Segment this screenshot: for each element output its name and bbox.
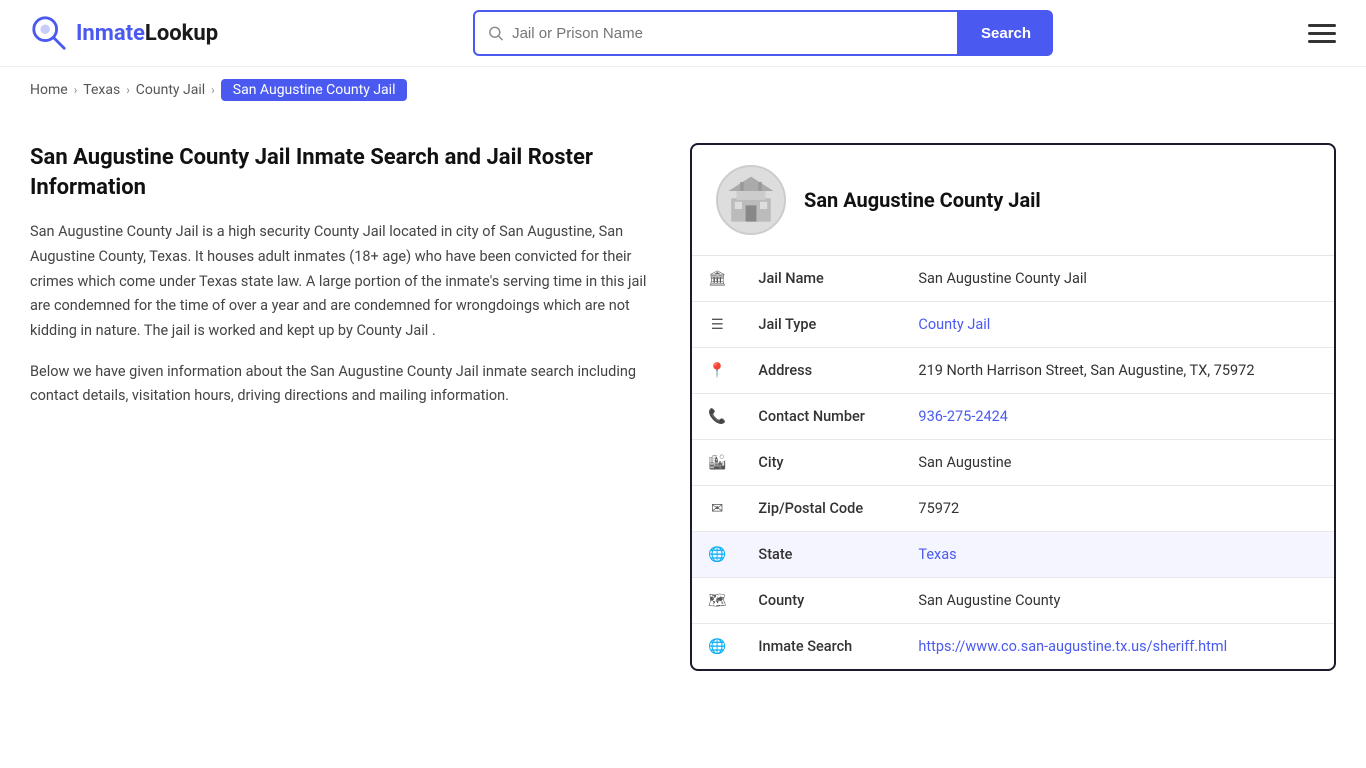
state-value: Texas <box>902 532 1334 578</box>
inmate-search-value: https://www.co.san-augustine.tx.us/sheri… <box>902 624 1334 670</box>
jail-name-label: Jail Name <box>742 256 902 302</box>
search-icon <box>487 24 504 42</box>
chevron-icon-3: › <box>211 83 215 97</box>
hamburger-menu[interactable] <box>1308 24 1336 43</box>
zip-label: Zip/Postal Code <box>742 486 902 532</box>
left-panel: San Augustine County Jail Inmate Search … <box>30 143 650 425</box>
contact-label: Contact Number <box>742 394 902 440</box>
main-content: San Augustine County Jail Inmate Search … <box>0 113 1366 711</box>
info-card: San Augustine County Jail 🏛Jail NameSan … <box>690 143 1336 671</box>
city-label: City <box>742 440 902 486</box>
zip-value: 75972 <box>902 486 1334 532</box>
jail-type-icon: ☰ <box>692 302 742 348</box>
table-row: 📍Address219 North Harrison Street, San A… <box>692 348 1334 394</box>
table-row: 🏙CitySan Augustine <box>692 440 1334 486</box>
city-value: San Augustine <box>902 440 1334 486</box>
inmate-search-label: Inmate Search <box>742 624 902 670</box>
breadcrumb: Home › Texas › County Jail › San Augusti… <box>0 67 1366 113</box>
jail-avatar <box>716 165 786 235</box>
logo[interactable]: InmateLookup <box>30 14 218 52</box>
description-paragraph-2: Below we have given information about th… <box>30 360 650 409</box>
search-input[interactable] <box>512 25 945 42</box>
table-row: 📞Contact Number936-275-2424 <box>692 394 1334 440</box>
jail-name-value: San Augustine County Jail <box>902 256 1334 302</box>
address-label: Address <box>742 348 902 394</box>
county-value: San Augustine County <box>902 578 1334 624</box>
jail-name-icon: 🏛 <box>692 256 742 302</box>
info-card-title: San Augustine County Jail <box>804 188 1041 212</box>
search-button[interactable]: Search <box>959 10 1053 56</box>
inmate-search-icon: 🌐 <box>692 624 742 670</box>
search-input-wrapper <box>473 10 959 56</box>
city-icon: 🏙 <box>692 440 742 486</box>
county-icon: 🗺 <box>692 578 742 624</box>
jail-type-value: County Jail <box>902 302 1334 348</box>
state-label: State <box>742 532 902 578</box>
breadcrumb-state[interactable]: Texas <box>83 82 120 98</box>
table-row: ✉Zip/Postal Code75972 <box>692 486 1334 532</box>
breadcrumb-home[interactable]: Home <box>30 82 68 98</box>
table-row: ☰Jail TypeCounty Jail <box>692 302 1334 348</box>
search-bar: Search <box>473 10 1053 56</box>
county-label: County <box>742 578 902 624</box>
table-row: 🗺CountySan Augustine County <box>692 578 1334 624</box>
jail-building-icon <box>724 173 778 227</box>
table-row: 🌐StateTexas <box>692 532 1334 578</box>
table-row: 🏛Jail NameSan Augustine County Jail <box>692 256 1334 302</box>
info-table: 🏛Jail NameSan Augustine County Jail☰Jail… <box>692 256 1334 669</box>
logo-icon <box>30 14 68 52</box>
breadcrumb-category[interactable]: County Jail <box>136 82 205 98</box>
chevron-icon-1: › <box>74 83 78 97</box>
address-value: 219 North Harrison Street, San Augustine… <box>902 348 1334 394</box>
breadcrumb-current: San Augustine County Jail <box>221 79 408 101</box>
contact-icon: 📞 <box>692 394 742 440</box>
address-icon: 📍 <box>692 348 742 394</box>
header: InmateLookup Search <box>0 0 1366 67</box>
state-icon: 🌐 <box>692 532 742 578</box>
info-card-header: San Augustine County Jail <box>692 145 1334 256</box>
contact-value: 936-275-2424 <box>902 394 1334 440</box>
chevron-icon-2: › <box>126 83 130 97</box>
jail-type-label: Jail Type <box>742 302 902 348</box>
description-paragraph-1: San Augustine County Jail is a high secu… <box>30 220 650 343</box>
table-row: 🌐Inmate Searchhttps://www.co.san-augusti… <box>692 624 1334 670</box>
zip-icon: ✉ <box>692 486 742 532</box>
page-title: San Augustine County Jail Inmate Search … <box>30 143 650 202</box>
logo-text: InmateLookup <box>76 21 218 46</box>
